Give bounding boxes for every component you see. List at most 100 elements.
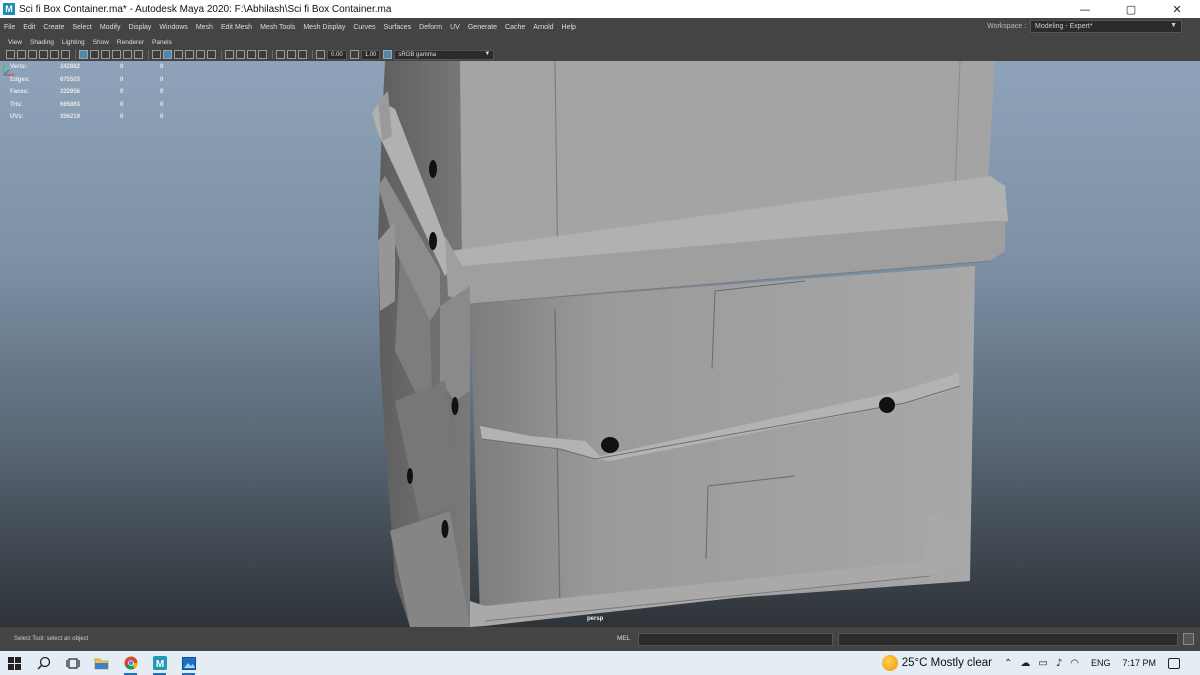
wifi-icon[interactable]: ◠: [1070, 658, 1079, 669]
2d-pan-zoom-icon[interactable]: [50, 50, 59, 59]
wireframe-icon[interactable]: [152, 50, 161, 59]
chrome-icon[interactable]: [116, 651, 145, 675]
resolution-gate-icon[interactable]: [101, 50, 110, 59]
bolt-hole: [879, 397, 895, 413]
bolt-hole: [441, 520, 449, 538]
menu-mesh-display[interactable]: Mesh Display: [299, 24, 349, 31]
smooth-shade-icon[interactable]: [163, 50, 172, 59]
menu-uv[interactable]: UV: [446, 24, 464, 31]
ambient-occlusion-icon[interactable]: [225, 50, 234, 59]
wireframe-on-shaded-icon[interactable]: [174, 50, 183, 59]
image-plane-icon[interactable]: [39, 50, 48, 59]
maya-icon[interactable]: M: [145, 651, 174, 675]
menu-arnold[interactable]: Arnold: [529, 24, 557, 31]
weather-widget[interactable]: 25°C Mostly clear: [902, 657, 992, 669]
mel-command-input[interactable]: [638, 633, 833, 646]
task-view-icon[interactable]: [58, 651, 87, 675]
menu-select[interactable]: Select: [68, 24, 95, 31]
panel-menu-show[interactable]: Show: [89, 39, 113, 46]
chevron-down-icon: ▼: [484, 50, 491, 57]
panel-menu-panels[interactable]: Panels: [148, 39, 176, 46]
search-icon[interactable]: [29, 651, 58, 675]
menu-display[interactable]: Display: [124, 24, 155, 31]
gate-mask-icon[interactable]: [112, 50, 121, 59]
motion-blur-icon[interactable]: [236, 50, 245, 59]
shadows-icon[interactable]: [207, 50, 216, 59]
xray-icon[interactable]: [287, 50, 296, 59]
menu-edit-mesh[interactable]: Edit Mesh: [217, 24, 256, 31]
system-clock[interactable]: 7:17 PM: [1122, 658, 1156, 668]
exposure-icon[interactable]: [316, 50, 325, 59]
menu-mesh[interactable]: Mesh: [192, 24, 217, 31]
panel-menu-renderer[interactable]: Renderer: [113, 39, 148, 46]
grid-icon[interactable]: [79, 50, 88, 59]
select-camera-icon[interactable]: [6, 50, 15, 59]
textured-icon[interactable]: [185, 50, 194, 59]
hud-row-edges: Edges: 675503 0 0: [10, 76, 164, 83]
view-transform-value: sRGB gamma: [398, 51, 437, 58]
view-transform-dropdown[interactable]: sRGB gamma ▼: [394, 49, 495, 60]
workspace-dropdown[interactable]: Modeling - Expert* ▼: [1030, 20, 1182, 33]
camera-name-label: persp: [587, 616, 604, 622]
photos-icon[interactable]: [174, 651, 203, 675]
notification-icon[interactable]: [1168, 657, 1180, 669]
menu-edit[interactable]: Edit: [19, 24, 39, 31]
toolbar-divider: [221, 50, 222, 59]
camera-attributes-icon[interactable]: [17, 50, 26, 59]
windows-start-icon[interactable]: [0, 651, 29, 675]
xray-joints-icon[interactable]: [298, 50, 307, 59]
3d-viewport[interactable]: Verts: 342862 0 0 Edges: 675503 0 0 Face…: [0, 61, 1200, 627]
script-editor-icon[interactable]: [1183, 633, 1194, 645]
bolt-hole: [429, 160, 437, 178]
panel-menu-view[interactable]: View: [4, 39, 26, 46]
maximize-button[interactable]: ▢: [1108, 0, 1154, 18]
mel-result-field: [838, 633, 1178, 646]
workspace-value: Modeling - Expert*: [1035, 23, 1093, 30]
anti-aliasing-icon[interactable]: [247, 50, 256, 59]
system-tray: 25°C Mostly clear ⌃ ☁ ▭ ♪ ◠ ENG 7:17 PM: [881, 651, 1200, 675]
volume-icon[interactable]: ♪: [1056, 658, 1062, 669]
file-explorer-icon[interactable]: [87, 651, 116, 675]
weather-moon-icon[interactable]: [881, 655, 898, 671]
command-line-bar: Select Tool: select an object MEL: [0, 627, 1200, 651]
panel-menu-shading[interactable]: Shading: [26, 39, 58, 46]
gamma-field[interactable]: 1.00: [360, 49, 381, 60]
lighting-icon[interactable]: [196, 50, 205, 59]
color-management-icon[interactable]: [383, 50, 393, 59]
gamma-icon[interactable]: [349, 50, 359, 59]
hud-row-uvs: UVs: 356219 0 0: [10, 114, 164, 121]
exposure-field[interactable]: 0.00: [327, 49, 347, 60]
sci-fi-box-model: [372, 61, 1008, 627]
chevron-up-icon[interactable]: ⌃: [1004, 658, 1012, 669]
grease-pencil-icon[interactable]: [61, 50, 70, 59]
menu-file[interactable]: File: [0, 24, 19, 31]
toolbar-divider: [148, 50, 149, 59]
panel-menu-lighting[interactable]: Lighting: [58, 39, 89, 46]
script-language-toggle[interactable]: MEL: [617, 635, 630, 642]
input-language[interactable]: ENG: [1091, 658, 1111, 668]
menu-surfaces[interactable]: Surfaces: [380, 24, 416, 31]
panel-toolbar: 0.00 1.00 sRGB gamma ▼: [0, 48, 1200, 61]
minimize-button[interactable]: —: [1062, 0, 1108, 18]
menu-windows[interactable]: Windows: [155, 24, 191, 31]
film-gate-icon[interactable]: [90, 50, 99, 59]
menu-create[interactable]: Create: [39, 24, 68, 31]
menu-deform[interactable]: Deform: [415, 24, 446, 31]
window-title: Sci fi Box Container.ma* - Autodesk Maya…: [19, 3, 392, 15]
window-controls: — ▢ ✕: [1062, 0, 1200, 18]
menu-generate[interactable]: Generate: [464, 24, 501, 31]
depth-of-field-icon[interactable]: [258, 50, 267, 59]
field-chart-icon[interactable]: [123, 50, 132, 59]
close-button[interactable]: ✕: [1154, 0, 1200, 18]
isolate-select-icon[interactable]: [276, 50, 285, 59]
menu-mesh-tools[interactable]: Mesh Tools: [256, 24, 299, 31]
menu-modify[interactable]: Modify: [96, 24, 125, 31]
safe-action-icon[interactable]: [134, 50, 143, 59]
menu-curves[interactable]: Curves: [349, 24, 379, 31]
bookmark-icon[interactable]: [28, 50, 37, 59]
onedrive-cloud-icon[interactable]: ☁: [1020, 658, 1030, 669]
battery-icon[interactable]: ▭: [1038, 658, 1047, 669]
toolbar-divider: [272, 50, 273, 59]
menu-help[interactable]: Help: [558, 24, 580, 31]
menu-cache[interactable]: Cache: [501, 24, 529, 31]
